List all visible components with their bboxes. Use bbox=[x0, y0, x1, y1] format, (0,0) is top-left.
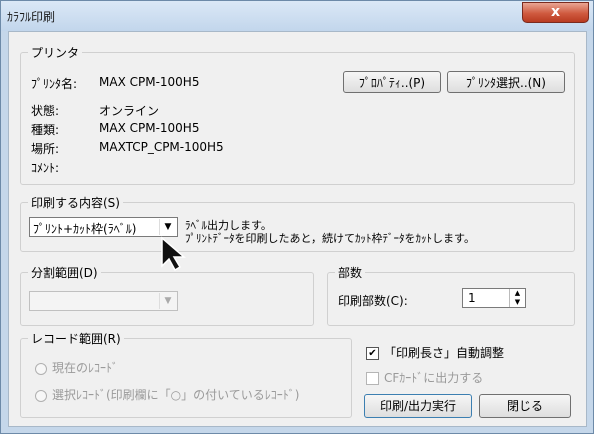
auto-length-checkbox[interactable]: ✔ 「印刷長さ」自動調整 bbox=[366, 344, 504, 361]
copies-label: 印刷部数(C): bbox=[338, 294, 408, 308]
printer-group-legend: プリンタ bbox=[28, 44, 83, 61]
close-button[interactable]: 閉じる bbox=[479, 394, 571, 418]
print-content-select[interactable]: ﾌﾟﾘﾝﾄ+ｶｯﾄ枠(ﾗﾍﾞﾙ) ▼ bbox=[29, 217, 178, 237]
chevron-down-icon[interactable]: ▼ bbox=[159, 293, 176, 309]
print-execute-button[interactable]: 印刷/出力実行 bbox=[364, 394, 472, 418]
dialog-client: プリンタ ﾌﾟﾘﾝﾀ名: MAX CPM-100H5 ﾌﾟﾛﾊﾟﾃｨ..(P) … bbox=[8, 31, 587, 427]
checkbox-icon[interactable] bbox=[366, 372, 379, 385]
radio-icon[interactable] bbox=[35, 362, 47, 375]
content-description-line2: ﾌﾟﾘﾝﾄﾃﾞｰﾀを印刷したあと，続けてｶｯﾄ枠ﾃﾞｰﾀをｶｯﾄします。 bbox=[185, 232, 475, 245]
properties-button[interactable]: ﾌﾟﾛﾊﾟﾃｨ..(P) bbox=[343, 71, 441, 93]
copies-group-legend: 部数 bbox=[335, 264, 366, 281]
close-window-button[interactable]: x bbox=[522, 2, 589, 23]
radio-selected-label: 選択ﾚｺｰﾄﾞ(印刷欄に「○」の付いているﾚｺｰﾄﾞ) bbox=[52, 388, 300, 402]
chevron-down-icon[interactable]: ▼ bbox=[159, 219, 176, 235]
location-value: MAXTCP_CPM-100H5 bbox=[99, 140, 224, 154]
printer-group: プリンタ ﾌﾟﾘﾝﾀ名: MAX CPM-100H5 ﾌﾟﾛﾊﾟﾃｨ..(P) … bbox=[20, 44, 575, 185]
printer-name-value: MAX CPM-100H5 bbox=[99, 75, 200, 89]
record-group: レコード範囲(R) 現在のﾚｺｰﾄﾞ 選択ﾚｺｰﾄﾞ(印刷欄に「○」の付いている… bbox=[20, 330, 352, 418]
radio-icon[interactable] bbox=[35, 389, 47, 402]
split-group: 分割範囲(D) ▼ bbox=[20, 264, 314, 326]
radio-selected-records[interactable]: 選択ﾚｺｰﾄﾞ(印刷欄に「○」の付いているﾚｺｰﾄﾞ) bbox=[35, 386, 299, 403]
record-group-legend: レコード範囲(R) bbox=[28, 330, 124, 347]
split-range-select[interactable]: ▼ bbox=[29, 291, 178, 311]
split-group-legend: 分割範囲(D) bbox=[28, 264, 101, 281]
comment-label: ｺﾒﾝﾄ: bbox=[31, 161, 60, 175]
type-value: MAX CPM-100H5 bbox=[99, 121, 200, 135]
radio-current-label: 現在のﾚｺｰﾄﾞ bbox=[52, 361, 119, 375]
close-icon: x bbox=[550, 4, 561, 20]
spin-up-icon[interactable]: ▲ bbox=[510, 289, 525, 298]
status-label: 状態: bbox=[31, 104, 60, 118]
window-title: ｶﾗﾌﾙ印刷 bbox=[7, 10, 56, 24]
radio-current-record[interactable]: 現在のﾚｺｰﾄﾞ bbox=[35, 359, 118, 376]
copies-spin-buttons[interactable]: ▲ ▼ bbox=[509, 289, 525, 307]
copies-spinbox[interactable]: 1 ▲ ▼ bbox=[462, 288, 526, 308]
select-printer-button[interactable]: ﾌﾟﾘﾝﾀ選択..(N) bbox=[447, 71, 565, 93]
content-group-legend: 印刷する内容(S) bbox=[28, 194, 123, 211]
content-group: 印刷する内容(S) ﾌﾟﾘﾝﾄ+ｶｯﾄ枠(ﾗﾍﾞﾙ) ▼ ﾗﾍﾞﾙ出力します。 … bbox=[20, 194, 575, 252]
copies-group: 部数 印刷部数(C): bbox=[327, 264, 575, 326]
location-label: 場所: bbox=[31, 142, 60, 156]
spin-down-icon[interactable]: ▼ bbox=[510, 298, 525, 307]
cf-card-checkbox[interactable]: CFｶｰﾄﾞに出力する bbox=[366, 369, 483, 386]
status-value: オンライン bbox=[99, 104, 160, 118]
printer-name-label: ﾌﾟﾘﾝﾀ名: bbox=[31, 77, 78, 91]
print-content-value: ﾌﾟﾘﾝﾄ+ｶｯﾄ枠(ﾗﾍﾞﾙ) bbox=[33, 222, 137, 236]
mouse-cursor-icon bbox=[161, 236, 187, 272]
copies-value: 1 bbox=[468, 291, 476, 305]
type-label: 種類: bbox=[31, 123, 60, 137]
auto-length-label: 「印刷長さ」自動調整 bbox=[384, 346, 505, 360]
checkmark-icon[interactable]: ✔ bbox=[366, 347, 379, 360]
title-bar: ｶﾗﾌﾙ印刷 x bbox=[1, 1, 593, 31]
cf-card-label: CFｶｰﾄﾞに出力する bbox=[384, 371, 484, 385]
print-dialog: ｶﾗﾌﾙ印刷 x プリンタ ﾌﾟﾘﾝﾀ名: MAX CPM-100H5 ﾌﾟﾛﾊ… bbox=[0, 0, 594, 434]
